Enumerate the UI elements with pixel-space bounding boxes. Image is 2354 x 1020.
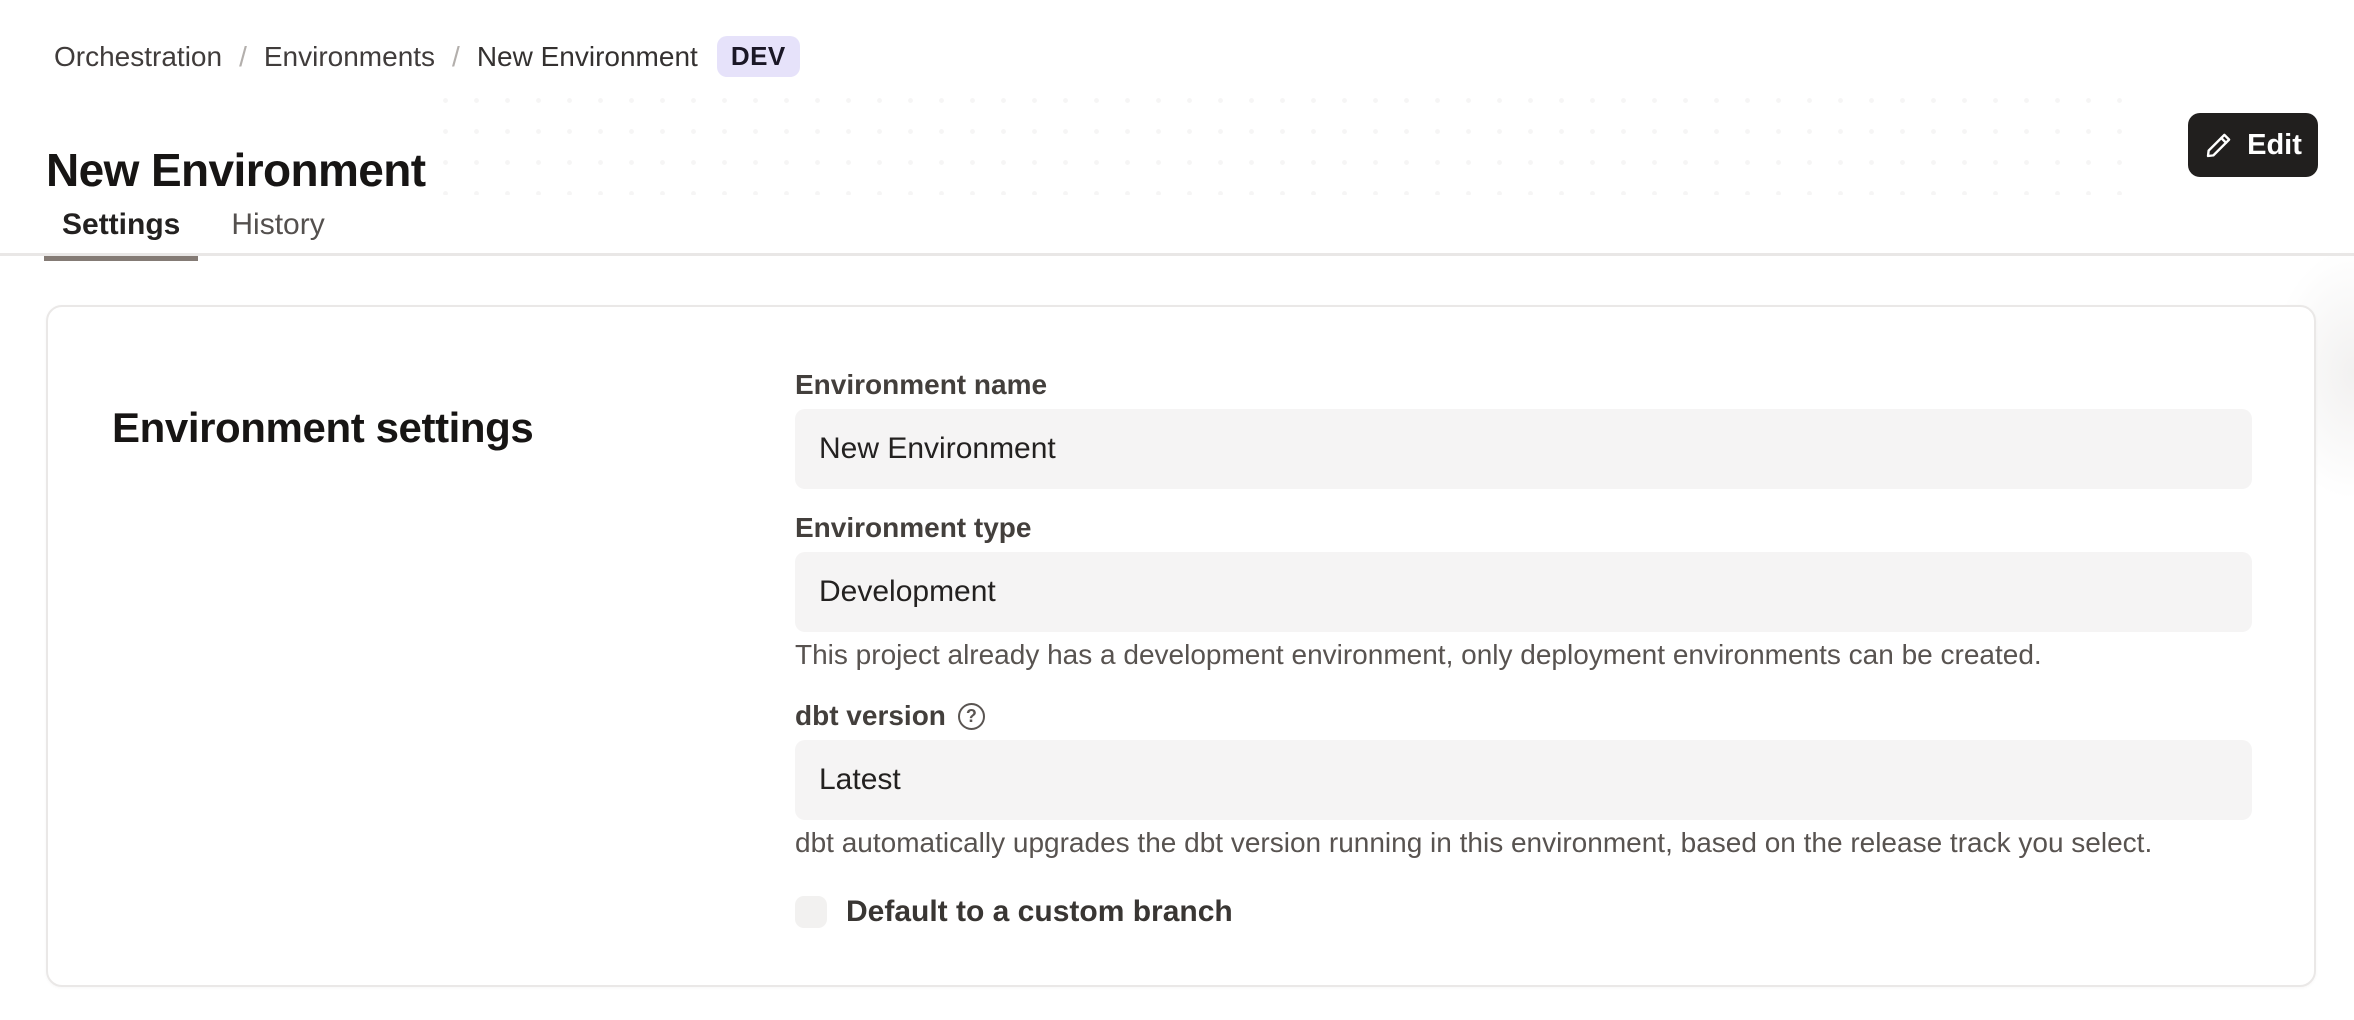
environment-settings-card: Environment settings Environment name Ne… (46, 305, 2316, 987)
custom-branch-label: Default to a custom branch (846, 895, 1233, 929)
tab-history[interactable]: History (213, 208, 342, 261)
dbt-version-label-text: dbt version (795, 701, 946, 731)
dbt-version-helper-text: dbt automatically upgrades the dbt versi… (795, 827, 2252, 859)
dbt-version-value: Latest (819, 763, 901, 797)
environment-type-value: Development (819, 575, 996, 609)
environment-type-input[interactable]: Development (795, 552, 2252, 632)
environment-settings-form: Environment name New Environment Environ… (795, 370, 2252, 929)
tabs-divider (0, 253, 2354, 256)
environment-type-label-text: Environment type (795, 513, 1031, 543)
dbt-version-label: dbt version ? (795, 701, 2252, 731)
tab-settings[interactable]: Settings (44, 208, 198, 261)
edit-button[interactable]: Edit (2188, 113, 2318, 177)
environment-type-group: Environment type Development This projec… (795, 513, 2252, 671)
pencil-icon (2204, 130, 2234, 160)
tab-bar: Settings History (44, 208, 343, 261)
custom-branch-checkbox[interactable] (795, 896, 827, 928)
page-title: New Environment (46, 143, 426, 197)
breadcrumb-item-environments[interactable]: Environments (264, 40, 435, 74)
header-dot-pattern (430, 85, 2130, 195)
edit-button-label: Edit (2247, 129, 2302, 162)
environment-name-input[interactable]: New Environment (795, 409, 2252, 489)
environment-name-value: New Environment (819, 432, 1056, 466)
environment-type-badge: DEV (717, 36, 800, 77)
card-heading: Environment settings (112, 404, 533, 452)
environment-name-label-text: Environment name (795, 370, 1047, 400)
environment-name-group: Environment name New Environment (795, 370, 2252, 489)
breadcrumb-separator: / (452, 40, 460, 74)
dbt-version-group: dbt version ? Latest dbt automatically u… (795, 701, 2252, 859)
dbt-version-input[interactable]: Latest (795, 740, 2252, 820)
help-circle-icon[interactable]: ? (958, 703, 985, 730)
breadcrumb-item-orchestration[interactable]: Orchestration (54, 40, 222, 74)
breadcrumb-item-new-environment[interactable]: New Environment (477, 40, 698, 74)
custom-branch-row: Default to a custom branch (795, 895, 2252, 929)
environment-type-label: Environment type (795, 513, 2252, 543)
breadcrumb: Orchestration / Environments / New Envir… (54, 36, 800, 77)
environment-type-helper-text: This project already has a development e… (795, 639, 2252, 671)
environment-name-label: Environment name (795, 370, 2252, 400)
breadcrumb-separator: / (239, 40, 247, 74)
